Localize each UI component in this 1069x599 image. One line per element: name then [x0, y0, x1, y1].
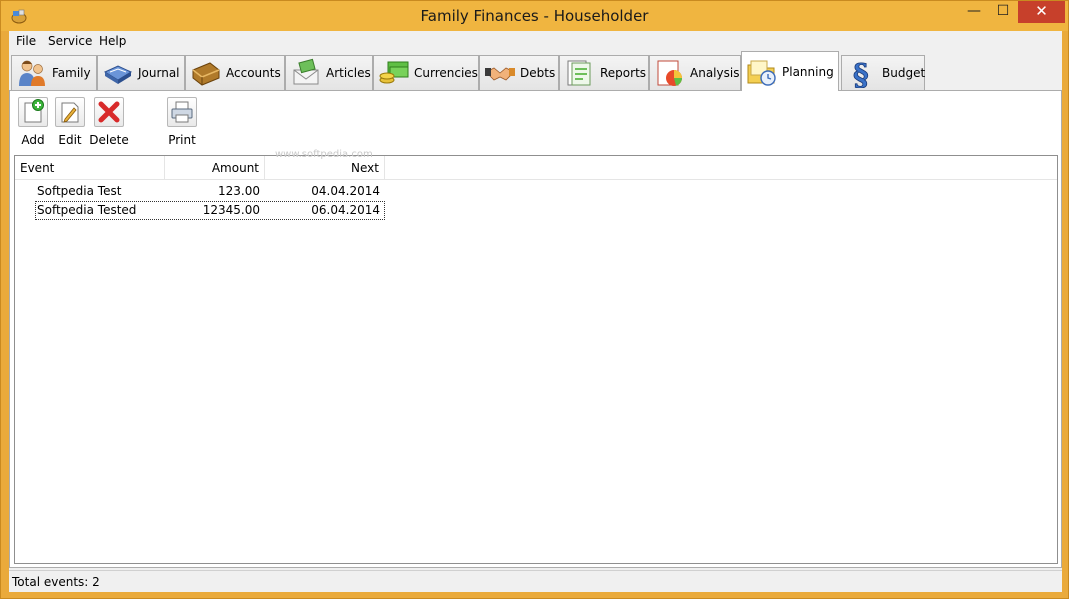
tab-family[interactable]: Family	[11, 55, 97, 90]
tab-label: Journal	[138, 66, 180, 80]
add-label: Add	[21, 133, 45, 147]
edit-tool[interactable]: Edit	[53, 97, 87, 147]
tab-label: Accounts	[226, 66, 281, 80]
journal-icon	[103, 65, 133, 84]
event-cell: Softpedia Test	[37, 184, 122, 198]
events-list[interactable]: Event Amount Next Softpedia Test 123.00 …	[14, 155, 1058, 564]
tab-label: Reports	[600, 66, 647, 80]
tab-planning[interactable]: Planning	[741, 51, 839, 91]
tab-label: Family	[52, 66, 91, 80]
amount-cell: 12345.00	[202, 203, 260, 217]
amount-cell: 123.00	[218, 184, 260, 198]
tab-label: Currencies	[414, 66, 478, 80]
svg-text:§: §	[853, 58, 869, 88]
articles-icon	[293, 58, 319, 85]
tab-currencies[interactable]: Currencies	[373, 55, 479, 90]
status-bar: Total events: 2	[9, 570, 1062, 592]
toolbar: Add Edit Delete Print	[10, 91, 1061, 151]
currencies-icon	[379, 61, 409, 84]
planning-panel: Add Edit Delete Print www.softpedia.com …	[9, 90, 1062, 568]
column-event[interactable]: Event	[15, 156, 165, 180]
print-icon	[171, 101, 193, 123]
tab-label: Debts	[520, 66, 556, 80]
tab-label: Articles	[326, 66, 371, 80]
tab-reports[interactable]: Reports	[559, 55, 649, 90]
tab-label: Budget	[882, 66, 926, 80]
print-tool[interactable]: Print	[165, 97, 199, 147]
list-header: Event Amount Next	[15, 156, 1057, 180]
budget-icon: §	[853, 58, 870, 88]
next-cell: 04.04.2014	[311, 184, 380, 198]
menu-file[interactable]: File	[16, 34, 36, 48]
status-text: Total events: 2	[12, 575, 100, 589]
add-icon	[24, 99, 44, 123]
tab-analysis[interactable]: Analysis	[649, 55, 741, 90]
column-amount[interactable]: Amount	[165, 156, 265, 180]
add-tool[interactable]: Add	[16, 97, 50, 147]
print-button[interactable]	[167, 97, 197, 127]
menu-bar: File Service Help	[9, 31, 1062, 52]
tab-budget[interactable]: § Budget	[841, 55, 925, 90]
handshake-icon	[485, 67, 515, 81]
table-row[interactable]: Softpedia Test 123.00 04.04.2014	[15, 182, 395, 201]
family-icon	[19, 60, 45, 86]
tab-articles[interactable]: Articles	[285, 55, 373, 90]
table-row[interactable]: Softpedia Tested 12345.00 06.04.2014	[35, 201, 385, 220]
window-title: Family Finances - Householder	[420, 7, 649, 25]
delete-button[interactable]	[94, 97, 124, 127]
menu-help[interactable]: Help	[99, 34, 126, 48]
tab-label: Analysis	[690, 66, 740, 80]
delete-icon	[98, 101, 120, 123]
reports-icon	[567, 60, 591, 86]
print-label: Print	[168, 133, 196, 147]
close-button[interactable]: ✕	[1018, 1, 1065, 23]
planning-icon	[747, 60, 776, 86]
tab-journal[interactable]: Journal	[97, 55, 185, 90]
wallet-icon	[192, 62, 220, 86]
edit-label: Edit	[58, 133, 82, 147]
menu-service[interactable]: Service	[48, 34, 92, 48]
edit-button[interactable]	[55, 97, 85, 127]
tab-bar: Family Journal Accounts Articles Currenc…	[9, 51, 1062, 91]
app-window: Family Finances - Householder — ☐ ✕ File…	[0, 0, 1069, 599]
title-bar[interactable]: Family Finances - Householder — ☐ ✕	[1, 1, 1068, 31]
client-area: File Service Help Family Journal Account…	[9, 31, 1062, 592]
next-cell: 06.04.2014	[311, 203, 380, 217]
edit-icon	[61, 102, 79, 123]
event-cell: Softpedia Tested	[37, 203, 137, 217]
maximize-button[interactable]: ☐	[989, 1, 1017, 23]
tab-debts[interactable]: Debts	[479, 55, 559, 90]
minimize-button[interactable]: —	[959, 1, 989, 23]
tab-label: Planning	[782, 64, 834, 79]
tab-accounts[interactable]: Accounts	[185, 55, 285, 90]
delete-tool[interactable]: Delete	[89, 97, 129, 147]
watermark: www.softpedia.com	[275, 149, 373, 160]
add-button[interactable]	[18, 97, 48, 127]
delete-label: Delete	[89, 133, 129, 147]
analysis-icon	[657, 60, 682, 86]
